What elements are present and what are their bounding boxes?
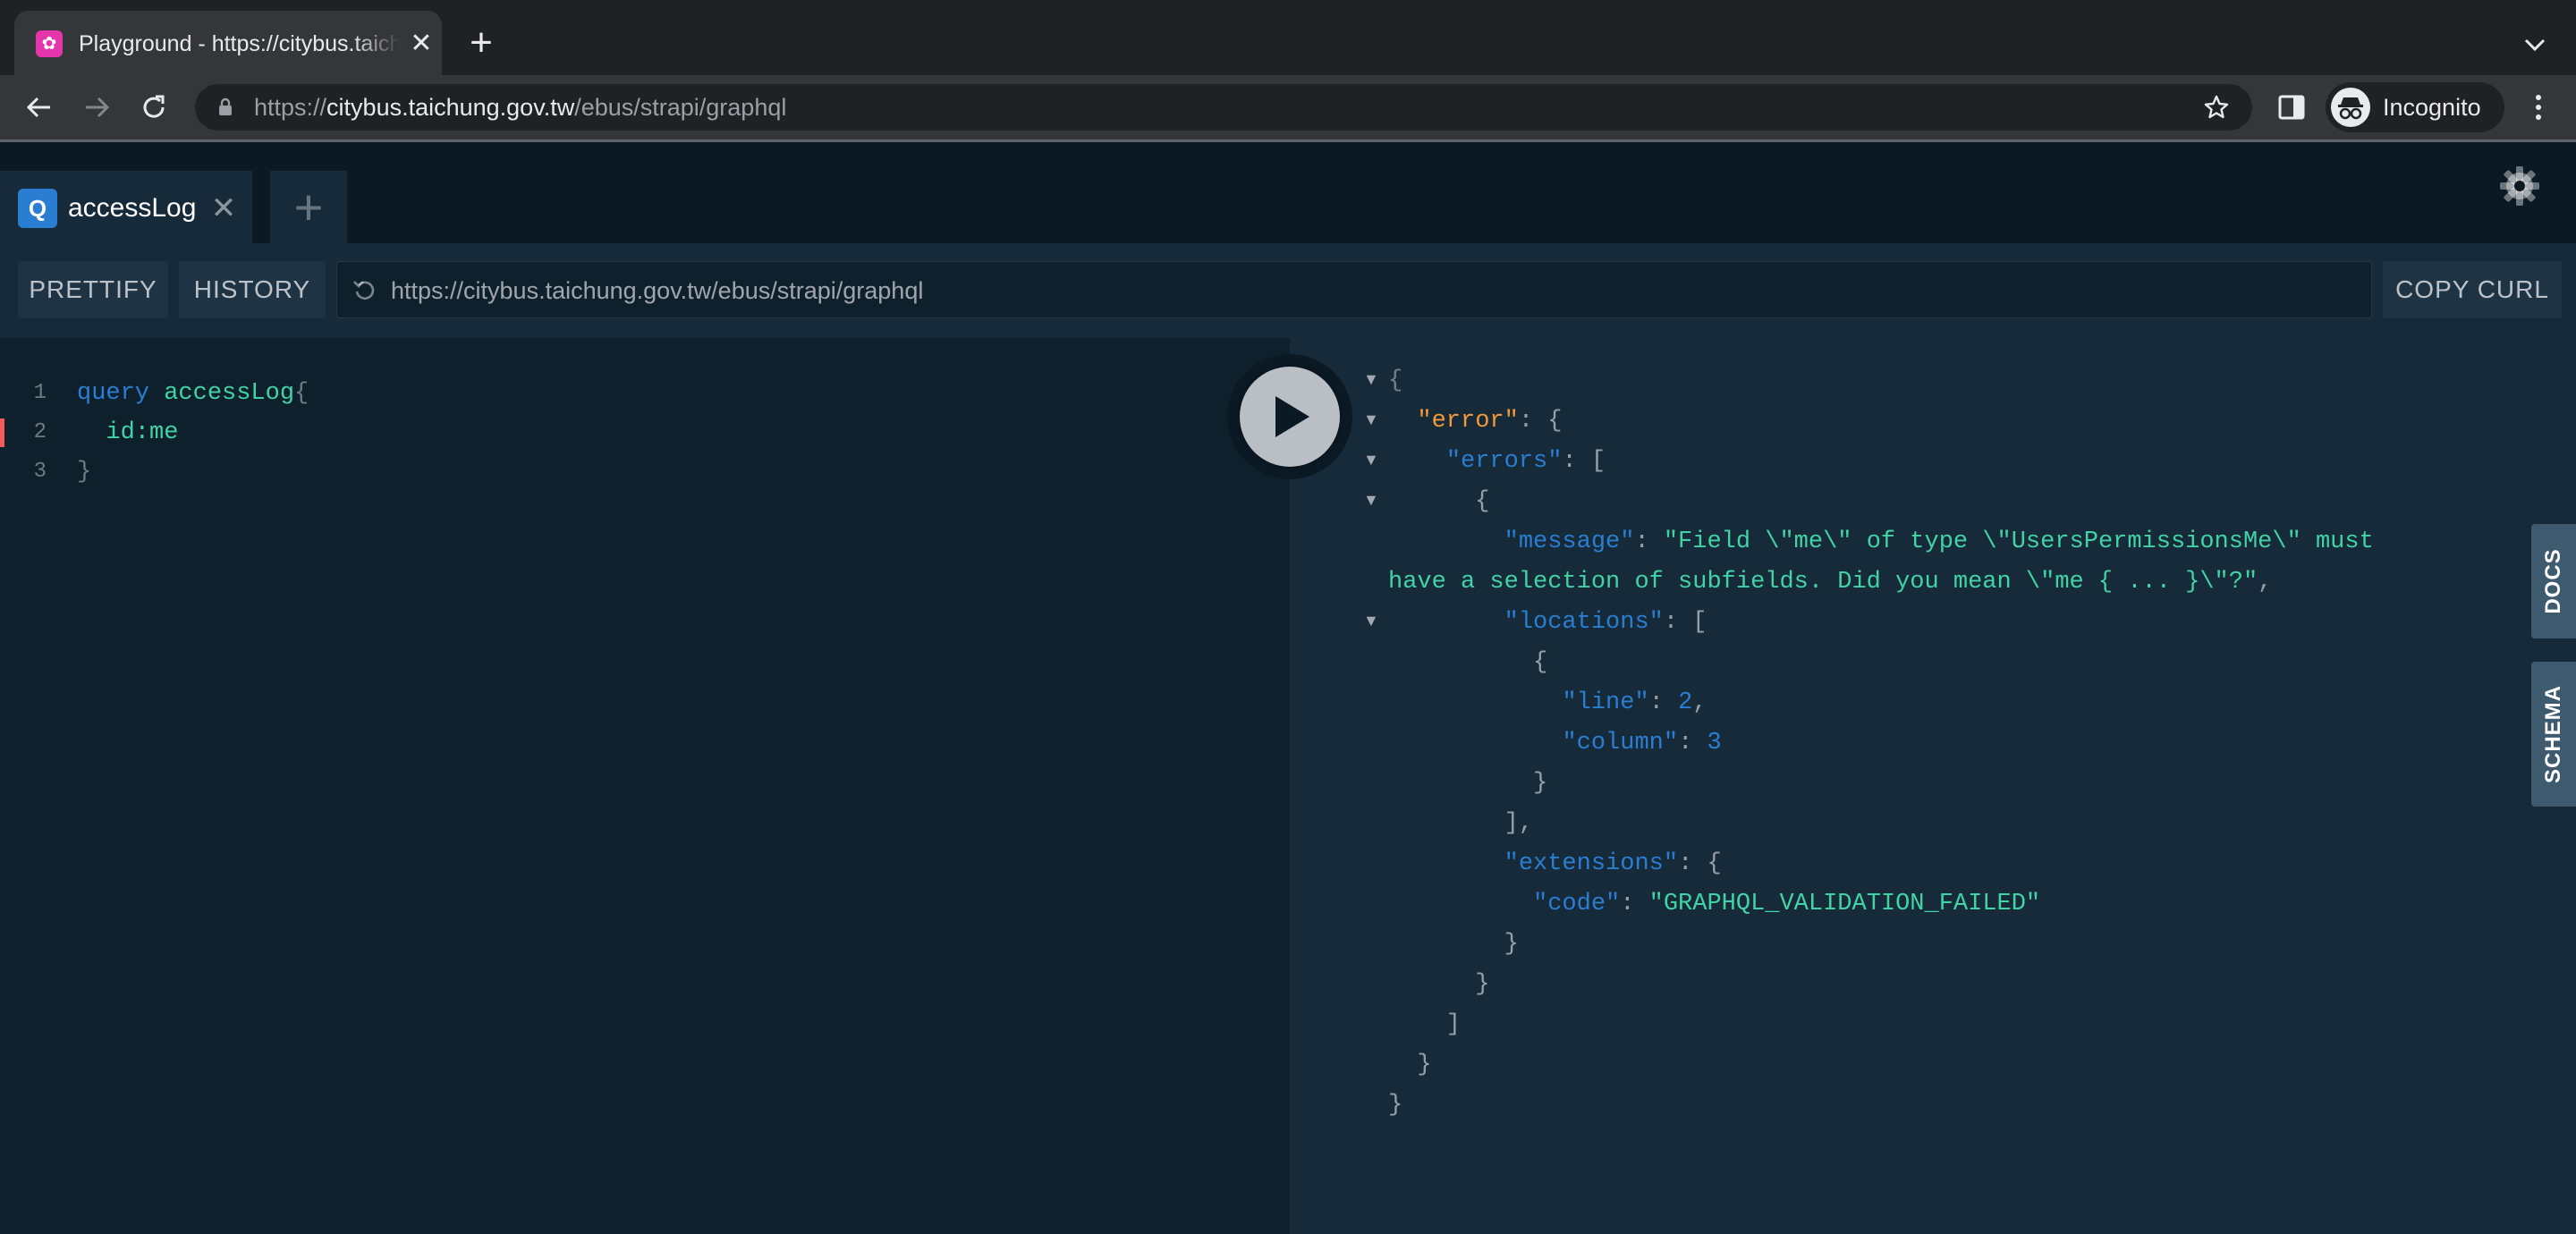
json-string: have a selection of subfields. Did you m…: [1388, 569, 2258, 596]
json-line: have a selection of subfields. Did you m…: [1388, 569, 2273, 596]
json-string: "GRAPHQL_VALIDATION_FAILED": [1648, 891, 2041, 917]
url-host: citybus.taichung.gov.tw: [326, 94, 575, 121]
code-line: 2 id:me: [0, 413, 1290, 452]
json-key: "error": [1417, 408, 1519, 435]
fold-arrow-icon[interactable]: ▼: [1363, 370, 1379, 389]
new-tab-button[interactable]: +: [462, 23, 501, 63]
tab-label: accessLog: [68, 193, 197, 223]
query-editor[interactable]: 1 query accessLog{ 2 id:me 3 }: [0, 338, 1290, 1234]
url-text: https://citybus.taichung.gov.tw/ebus/str…: [254, 84, 786, 131]
json-line: }: [1388, 931, 1519, 958]
query-badge: Q: [18, 189, 57, 228]
json-line: "error": {: [1417, 408, 1563, 435]
json-line: "extensions": {: [1504, 850, 1722, 877]
json-line: "message": "Field \"me\" of type \"Users…: [1504, 528, 2374, 555]
json-string: "Field \"me\" of type \"UsersPermissions…: [1663, 528, 2374, 555]
field-selection: id:me: [106, 419, 179, 446]
address-bar[interactable]: https://citybus.taichung.gov.tw/ebus/str…: [195, 84, 2252, 131]
back-arrow-icon[interactable]: [20, 88, 59, 127]
fold-arrow-icon[interactable]: ▼: [1363, 410, 1379, 429]
json-line: }: [1388, 770, 1548, 797]
incognito-profile-button[interactable]: Incognito: [2326, 82, 2504, 132]
json-line: }: [1388, 971, 1490, 998]
line-number: 1: [33, 381, 47, 405]
json-line: ]: [1388, 1011, 1462, 1038]
docs-tab[interactable]: DOCS: [2531, 524, 2576, 638]
add-tab-button[interactable]: +: [270, 171, 347, 243]
docs-label: DOCS: [2541, 548, 2565, 614]
reload-schema-icon[interactable]: [350, 275, 380, 305]
browser-toolbar: https://citybus.taichung.gov.tw/ebus/str…: [0, 75, 2576, 139]
schema-label: SCHEMA: [2541, 684, 2565, 784]
schema-tab[interactable]: SCHEMA: [2531, 662, 2576, 807]
lock-icon[interactable]: [215, 97, 236, 118]
json-key: "errors": [1445, 448, 1563, 475]
json-key: "code": [1533, 891, 1621, 917]
url-scheme: https://: [254, 94, 327, 121]
json-line: }: [1388, 1052, 1432, 1078]
json-number: 3: [1707, 730, 1722, 756]
fold-arrow-icon[interactable]: ▼: [1363, 491, 1379, 510]
close-tab-icon[interactable]: ✕: [408, 30, 435, 57]
json-line: {: [1388, 488, 1490, 515]
json-line: "column": 3: [1562, 730, 1722, 756]
json-key: "extensions": [1504, 850, 1679, 877]
incognito-label: Incognito: [2383, 94, 2481, 121]
playground-tab-bar: Q accessLog ✕ +: [0, 142, 2576, 243]
forward-arrow-icon[interactable]: [77, 88, 116, 127]
incognito-icon: [2331, 88, 2370, 127]
settings-gear-icon[interactable]: [2499, 165, 2540, 207]
json-line: "locations": [: [1504, 609, 1707, 636]
history-button[interactable]: HISTORY: [179, 261, 326, 318]
json-line: {: [1388, 368, 1403, 394]
copy-curl-button[interactable]: COPY CURL: [2383, 261, 2562, 318]
json-number: 2: [1678, 689, 1693, 716]
prettify-button[interactable]: PRETTIFY: [18, 261, 168, 318]
json-key: "line": [1562, 689, 1649, 716]
url-path: /ebus/strapi/graphql: [574, 94, 787, 121]
bookmark-star-icon[interactable]: [2202, 93, 2231, 122]
playground-topbar: PRETTIFY HISTORY https://citybus.taichun…: [0, 243, 2576, 338]
json-key: "message": [1504, 528, 1635, 555]
json-key: "locations": [1504, 609, 1664, 636]
more-menu-icon[interactable]: [2521, 88, 2556, 127]
reload-icon[interactable]: [134, 88, 174, 127]
fold-arrow-icon[interactable]: ▼: [1363, 451, 1379, 469]
json-line: "code": "GRAPHQL_VALIDATION_FAILED": [1533, 891, 2041, 917]
code-line: 1 query accessLog{: [0, 374, 1290, 413]
line-number: 2: [33, 420, 47, 444]
brace-close: }: [77, 459, 92, 486]
json-line: "line": 2,: [1562, 689, 1707, 716]
browser-tab-title: Playground - https://citybus.taichung.go…: [79, 31, 401, 56]
json-key: "column": [1562, 730, 1679, 756]
code-line: 3 }: [0, 452, 1290, 492]
line-number: 3: [33, 460, 47, 484]
endpoint-input[interactable]: https://citybus.taichung.gov.tw/ebus/str…: [336, 261, 2372, 318]
json-line: ],: [1388, 810, 1534, 837]
graphql-favicon-icon: ✿: [36, 30, 63, 57]
tab-accesslog[interactable]: Q accessLog ✕: [0, 171, 252, 243]
play-icon[interactable]: [1240, 367, 1340, 467]
endpoint-url: https://citybus.taichung.gov.tw/ebus/str…: [391, 277, 924, 304]
chevron-down-icon[interactable]: [2515, 25, 2555, 64]
side-panel-icon[interactable]: [2275, 91, 2308, 123]
brace-open: {: [294, 380, 309, 407]
json-line: {: [1388, 649, 1548, 676]
execute-query-button[interactable]: [1227, 354, 1352, 479]
browser-tab[interactable]: ✿ Playground - https://citybus.taichung.…: [14, 11, 442, 75]
json-line: "errors": [: [1445, 448, 1606, 475]
json-line: }: [1388, 1092, 1403, 1119]
close-tab-icon[interactable]: ✕: [208, 190, 240, 226]
fold-arrow-icon[interactable]: ▼: [1363, 612, 1379, 630]
browser-tabstrip: ✿ Playground - https://citybus.taichung.…: [0, 0, 2576, 75]
keyword-query: query: [77, 380, 150, 407]
operation-name: accessLog: [164, 380, 295, 407]
